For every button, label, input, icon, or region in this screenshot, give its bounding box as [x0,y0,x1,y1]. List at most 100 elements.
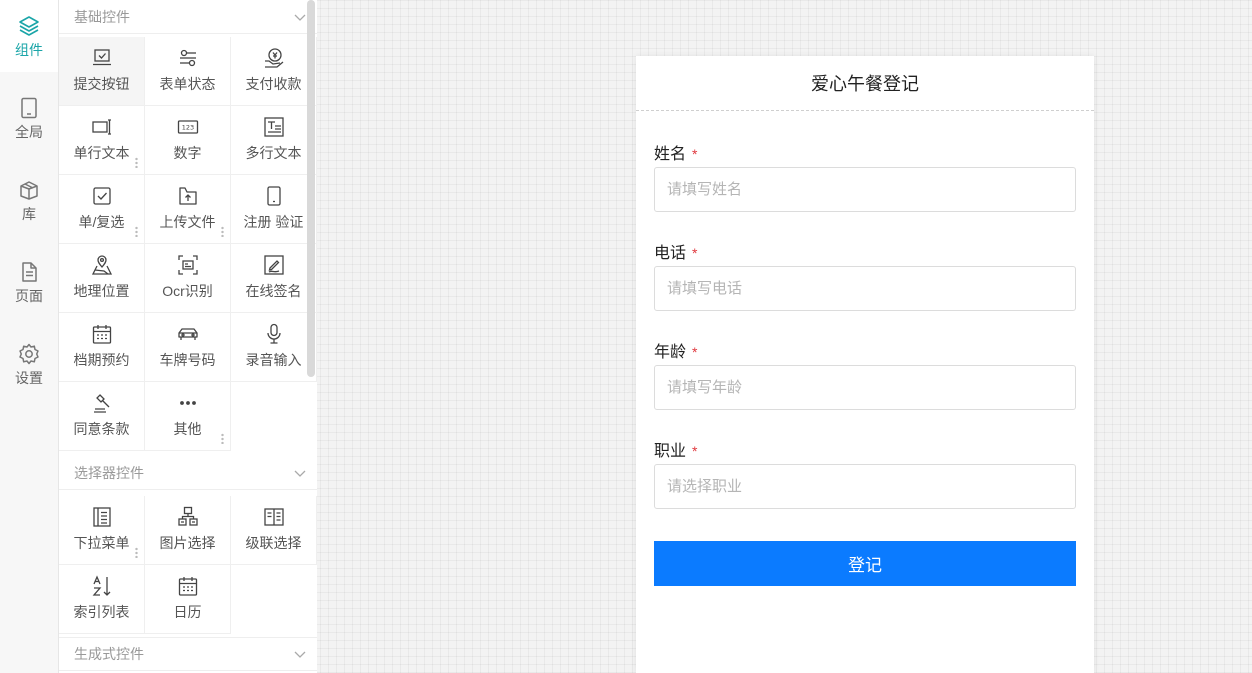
control-schedule-booking[interactable]: 档期预约 [59,313,145,382]
nav-item-label: 页面 [15,288,43,304]
required-mark: * [692,146,698,162]
drag-handle-icon[interactable] [221,226,224,237]
submit-icon [92,49,111,66]
field-age: 年龄 * [654,342,1076,410]
control-calendar[interactable]: 日历 [145,565,231,634]
nav-item-label: 设置 [15,370,43,386]
control-upload-file[interactable]: 上传文件 [145,175,231,244]
control-payment[interactable]: 支付收款 [231,37,317,106]
component-panel: 基础控件 提交按钮 表单状态 支付收款 单行文本 123 数字 多行文本 单/复… [59,0,317,673]
register-button[interactable]: 登记 [654,541,1076,586]
svg-text:123: 123 [181,124,193,132]
signature-icon [263,255,284,275]
payment-icon [264,48,283,68]
nav-item-library[interactable]: 库 [0,164,58,236]
tablet-icon [21,97,37,119]
control-submit-button[interactable]: 提交按钮 [59,37,145,106]
control-other[interactable]: 其他 [145,382,231,451]
control-form-status[interactable]: 表单状态 [145,37,231,106]
calendar-grid-icon [92,325,111,344]
control-checkbox[interactable]: 单/复选 [59,175,145,244]
name-input[interactable] [654,167,1076,212]
control-label: 录音输入 [245,352,302,368]
nav-item-global[interactable]: 全局 [0,82,58,154]
age-input[interactable] [654,365,1076,410]
checkbox-icon [92,187,111,205]
control-index-list[interactable]: 索引列表 [59,565,145,634]
field-label: 职业 * [654,443,698,460]
control-voice-input[interactable]: 录音输入 [231,313,317,382]
control-ocr[interactable]: Ocr识别 [145,244,231,313]
control-agree-terms[interactable]: 同意条款 [59,382,145,451]
nav-item-settings[interactable]: 设置 [0,328,58,400]
field-label: 年龄 * [654,344,698,361]
field-name: 姓名 * [654,144,1076,212]
phone-input[interactable] [654,266,1076,311]
sort-az-icon [92,575,110,596]
section-header-basic[interactable]: 基础控件 [59,0,317,34]
control-image-select[interactable]: 图片选择 [145,496,231,565]
control-geo-location[interactable]: 地理位置 [59,244,145,313]
control-label: 单/复选 [78,214,125,230]
control-label: 其他 [173,421,202,437]
image-select-icon [177,506,198,526]
nav-item-components[interactable]: 组件 [0,0,58,72]
layers-icon [19,16,39,36]
section-header-generative[interactable]: 生成式控件 [59,637,317,671]
scan-icon [177,255,198,275]
required-mark: * [692,245,698,261]
section-title: 基础控件 [74,8,130,25]
control-online-signature[interactable]: 在线签名 [231,244,317,313]
control-label: 下拉菜单 [73,535,130,551]
section-title: 生成式控件 [74,646,144,662]
control-license-plate[interactable]: 车牌号码 [145,313,231,382]
control-label: 索引列表 [73,604,130,620]
control-label: 表单状态 [159,76,216,92]
control-label: 日历 [173,604,202,620]
control-single-line-text[interactable]: 单行文本 [59,106,145,175]
gavel-icon [93,394,109,413]
drag-handle-icon[interactable] [221,433,224,444]
required-mark: * [692,344,698,360]
toggle-icon [179,49,196,67]
left-nav-rail: 组件 全局 库 页面 设置 [0,0,59,673]
occupation-select[interactable] [654,464,1076,509]
control-label: Ocr识别 [162,283,213,299]
box-icon [20,181,38,200]
control-multi-line-text[interactable]: 多行文本 [231,106,317,175]
control-number[interactable]: 123 数字 [145,106,231,175]
cascade-icon [263,508,284,526]
section-title: 选择器控件 [74,464,144,481]
drag-handle-icon[interactable] [135,547,138,558]
nav-item-label: 库 [22,206,36,222]
upload-icon [178,187,197,205]
more-icon [179,401,196,405]
control-label: 级联选择 [245,535,302,551]
control-cascade-select[interactable]: 级联选择 [231,496,317,565]
nav-item-label: 组件 [15,42,43,58]
control-label: 同意条款 [73,421,130,437]
nav-item-pages[interactable]: 页面 [0,246,58,318]
section-header-selectors[interactable]: 选择器控件 [59,456,317,490]
control-label: 在线签名 [245,283,302,299]
chevron-down-icon [294,651,306,658]
chevron-down-icon [294,14,306,21]
drag-handle-icon[interactable] [135,226,138,237]
control-dropdown[interactable]: 下拉菜单 [59,496,145,565]
form-title: 爱心午餐登记 [636,56,1094,111]
dropdown-icon [92,507,111,527]
form-preview: 爱心午餐登记 姓名* 电话* 年龄* 职业* 登记 [636,56,1094,673]
control-label: 图片选择 [159,535,216,551]
gear-icon [19,343,39,365]
control-register-verify[interactable]: 注册 验证 [231,175,317,244]
control-label: 多行文本 [245,145,302,161]
drag-handle-icon[interactable] [135,157,138,168]
field-phone: 电话 * [654,243,1076,311]
field-label: 姓名 * [654,146,698,163]
control-label: 数字 [173,145,202,161]
panel-scrollbar[interactable] [307,0,315,377]
field-label: 电话 * [654,245,698,262]
microphone-icon [266,323,281,344]
control-label: 支付收款 [245,76,302,92]
control-label: 档期预约 [73,352,130,368]
